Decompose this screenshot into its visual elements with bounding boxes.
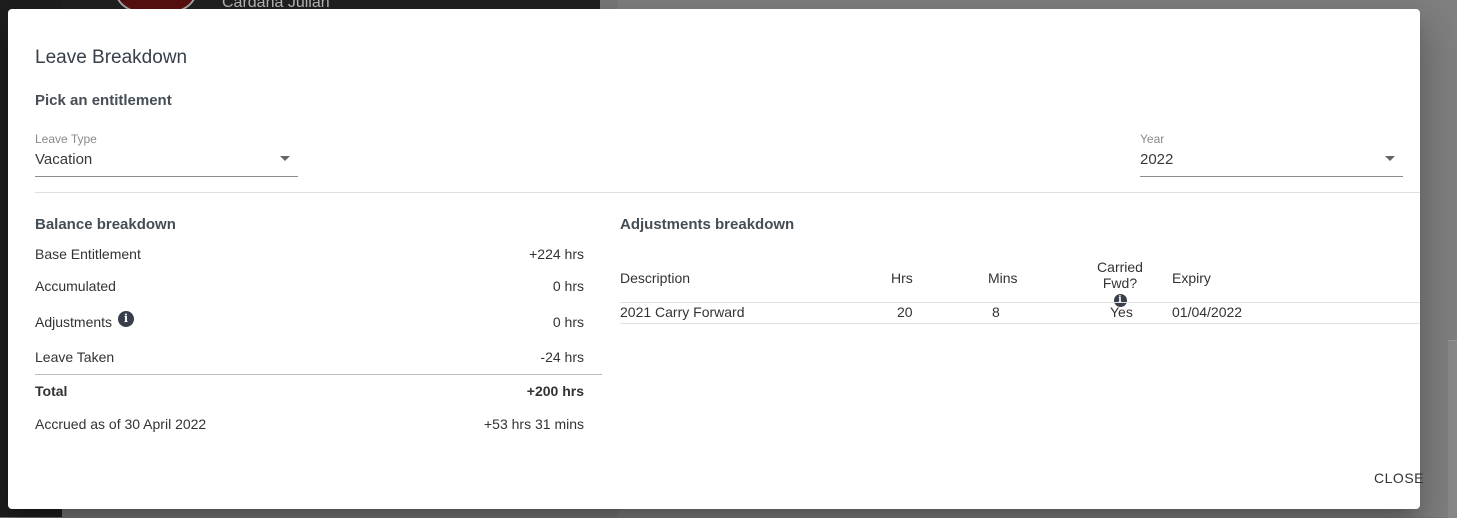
total-value: +200 hrs — [526, 383, 584, 399]
table-row-rule — [620, 323, 1420, 324]
leave-type-value: Vacation — [35, 151, 93, 168]
leave-type-select[interactable]: Leave Type Vacation — [35, 132, 298, 182]
balance-label-wrap: Adjustments i — [35, 311, 134, 330]
row-hrs: 20 — [897, 304, 913, 320]
section-divider — [35, 192, 1420, 193]
total-label: Total — [35, 383, 68, 399]
accrued-label: Accrued as of 30 April 2022 — [35, 416, 207, 432]
caret-down-icon — [1385, 156, 1395, 161]
close-button[interactable]: CLOSE — [1370, 468, 1428, 488]
info-icon[interactable]: i — [117, 311, 134, 327]
balance-row-adjustments: Adjustments i 0 hrs — [35, 311, 584, 334]
col-description: Description — [620, 270, 691, 286]
balance-value: 0 hrs — [552, 278, 584, 294]
balance-row-accumulated: Accumulated 0 hrs — [35, 278, 584, 298]
col-hrs: Hrs — [891, 270, 913, 286]
leave-type-underline — [35, 176, 298, 177]
balance-label: Adjustments — [35, 314, 113, 330]
dialog-title: Leave Breakdown — [35, 47, 188, 68]
entitlement-subtitle: Pick an entitlement — [35, 92, 172, 109]
balance-value: 0 hrs — [552, 314, 584, 330]
balance-row-accrued: Accrued as of 30 April 2022 +53 hrs 31 m… — [35, 416, 584, 436]
balance-value: -24 hrs — [540, 349, 584, 365]
leave-breakdown-dialog: Leave Breakdown Pick an entitlement Leav… — [8, 9, 1424, 509]
row-expiry: 01/04/2022 — [1172, 304, 1243, 320]
balance-label: Leave Taken — [35, 349, 115, 365]
year-underline — [1140, 176, 1403, 177]
year-select[interactable]: Year 2022 — [1140, 132, 1403, 182]
accrued-value: +53 hrs 31 mins — [484, 416, 584, 432]
balance-value: +224 hrs — [529, 246, 584, 262]
col-mins: Mins — [988, 270, 1018, 286]
col-expiry: Expiry — [1172, 270, 1211, 286]
caret-down-icon — [280, 156, 290, 161]
balance-label: Accumulated — [35, 278, 116, 294]
row-description: 2021 Carry Forward — [620, 304, 745, 320]
leave-type-label: Leave Type — [35, 132, 97, 146]
year-label: Year — [1140, 132, 1165, 146]
balance-label: Base Entitlement — [35, 246, 141, 262]
table-header-rule — [620, 302, 1420, 303]
total-divider — [35, 374, 602, 375]
balance-row-total: Total +200 hrs — [35, 383, 584, 403]
adjustments-heading: Adjustments breakdown — [620, 216, 795, 233]
app-content-strip — [1448, 340, 1457, 518]
balance-row-leave-taken: Leave Taken -24 hrs — [35, 349, 584, 369]
row-mins: 8 — [992, 304, 1000, 320]
balance-heading: Balance breakdown — [35, 216, 176, 233]
col-carried-label: Carried Fwd? — [1097, 259, 1143, 291]
year-value: 2022 — [1140, 151, 1174, 168]
row-carried: Yes — [1110, 304, 1133, 320]
balance-row-base: Base Entitlement +224 hrs — [35, 246, 584, 266]
